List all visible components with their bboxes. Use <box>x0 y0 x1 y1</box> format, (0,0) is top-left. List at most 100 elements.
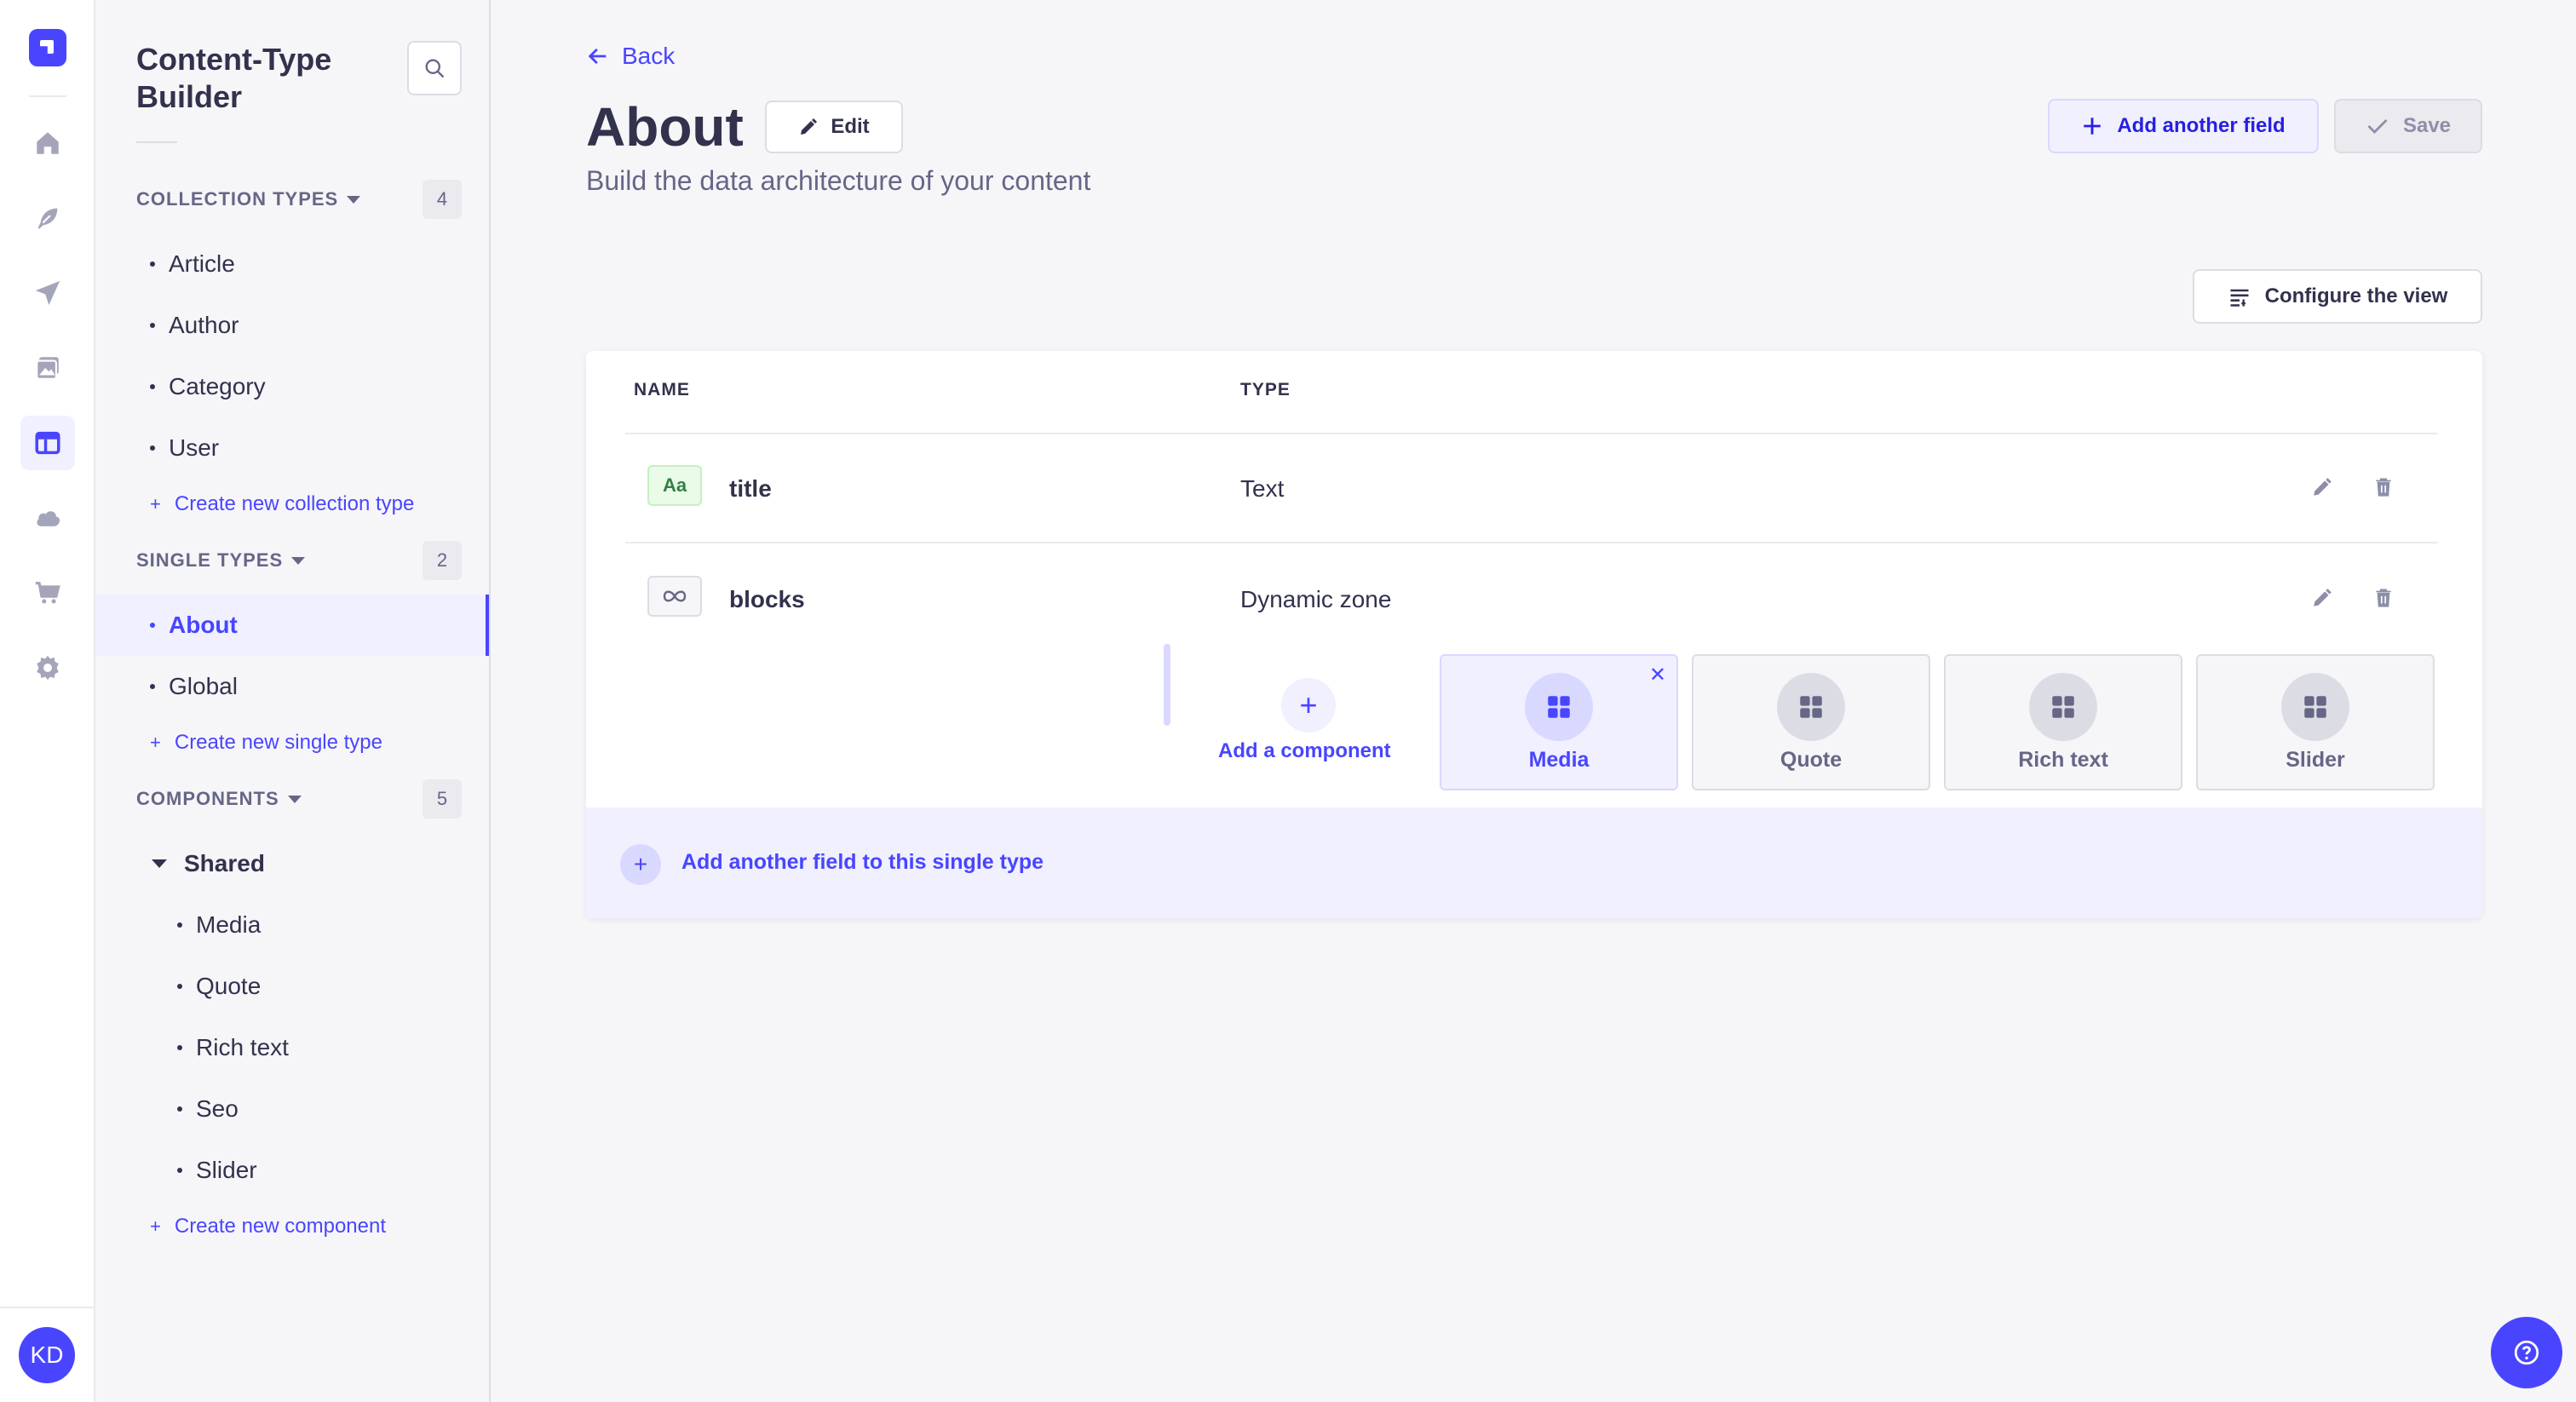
row-divider <box>625 433 2438 434</box>
delete-field-blocks-button[interactable] <box>2366 581 2401 615</box>
pencil-icon <box>2314 589 2332 606</box>
nav-item-media[interactable]: Media <box>95 894 489 956</box>
pencil-icon <box>2314 478 2332 496</box>
nav-item-article[interactable]: Article <box>95 233 489 295</box>
back-link[interactable]: Back <box>586 43 675 70</box>
plus-icon: + <box>620 844 661 885</box>
component-card-slider[interactable]: Slider <box>2196 654 2435 790</box>
delete-field-title-button[interactable] <box>2366 470 2401 504</box>
plus-icon: + <box>150 493 161 514</box>
row-divider <box>625 542 2438 543</box>
logo-icon[interactable] <box>29 29 66 66</box>
component-label: Rich text <box>2018 748 2108 772</box>
nav-item-about[interactable]: About <box>95 595 489 656</box>
subnav-title: Content-Type Builder <box>136 42 332 114</box>
search-button[interactable] <box>407 41 462 95</box>
field-type-blocks: Dynamic zone <box>1240 586 1392 612</box>
create-single-type-link[interactable]: + Create new single type <box>150 726 382 760</box>
component-label: Quote <box>1780 748 1843 772</box>
close-icon[interactable]: ✕ <box>1649 663 1666 687</box>
edit-field-title-button[interactable] <box>2305 470 2339 504</box>
nav-item-rich-text[interactable]: Rich text <box>95 1017 489 1078</box>
add-field-to-single-type-button[interactable]: + Add another field to this single type <box>586 807 2482 918</box>
plus-icon: + <box>1299 687 1318 722</box>
column-header-type: TYPE <box>1240 380 1291 399</box>
edit-button[interactable]: Edit <box>765 101 903 153</box>
infinity-icon <box>647 576 702 617</box>
collection-types-header[interactable]: COLLECTION TYPES 4 <box>136 179 462 220</box>
gear-icon[interactable] <box>20 641 75 695</box>
content-type-builder-nav: Content-Type Builder COLLECTION TYPES 4 … <box>95 0 491 1402</box>
component-card-media[interactable]: ✕ Media <box>1440 654 1678 790</box>
caret-down-icon <box>347 195 361 204</box>
paper-plane-icon[interactable] <box>20 266 75 320</box>
single-types-header[interactable]: SINGLE TYPES 2 <box>136 540 462 581</box>
arrow-left-icon <box>588 48 607 65</box>
pencil-icon <box>801 118 818 135</box>
add-field-footer-label: Add another field to this single type <box>681 850 1044 874</box>
component-card-quote[interactable]: Quote <box>1692 654 1930 790</box>
component-grid-icon <box>2281 673 2349 741</box>
component-grid-icon <box>2029 673 2097 741</box>
home-icon[interactable] <box>20 116 75 170</box>
column-header-name: NAME <box>634 380 690 399</box>
avatar[interactable]: KD <box>19 1327 75 1383</box>
help-button[interactable] <box>2491 1317 2562 1388</box>
text-field-icon: Aa <box>647 465 702 506</box>
component-grid-icon <box>1525 673 1593 741</box>
plus-icon: + <box>150 732 161 753</box>
question-icon <box>2514 1340 2539 1365</box>
nav-item-global[interactable]: Global <box>95 656 489 717</box>
collection-types-label: COLLECTION TYPES <box>136 188 339 210</box>
feather-icon[interactable] <box>20 191 75 245</box>
check-icon <box>2367 119 2388 134</box>
add-component-button[interactable]: + <box>1281 678 1336 733</box>
nav-item-quote[interactable]: Quote <box>95 956 489 1017</box>
caret-down-icon <box>287 795 302 803</box>
caret-down-icon <box>291 556 306 565</box>
save-button[interactable]: Save <box>2334 99 2482 153</box>
cart-icon[interactable] <box>20 566 75 620</box>
single-types-label: SINGLE TYPES <box>136 549 284 571</box>
plus-icon <box>2084 118 2102 135</box>
nav-item-slider[interactable]: Slider <box>95 1140 489 1201</box>
component-card-rich-text[interactable]: Rich text <box>1944 654 2182 790</box>
configure-view-button[interactable]: Configure the view <box>2193 269 2482 324</box>
list-settings-icon <box>2230 289 2249 307</box>
component-grid-icon <box>1777 673 1845 741</box>
trash-icon <box>2376 589 2391 607</box>
field-name-title: title <box>729 475 772 502</box>
component-label: Media <box>1528 748 1590 772</box>
dynamic-zone-indicator <box>1164 644 1170 726</box>
nav-item-category[interactable]: Category <box>95 356 489 417</box>
cloud-icon[interactable] <box>20 491 75 545</box>
layout-icon[interactable] <box>20 416 75 470</box>
field-type-title: Text <box>1240 475 1285 502</box>
add-another-field-button[interactable]: Add another field <box>2048 99 2319 153</box>
create-component-link[interactable]: + Create new component <box>150 1210 386 1244</box>
create-collection-type-link[interactable]: + Create new collection type <box>150 487 414 521</box>
edit-field-blocks-button[interactable] <box>2305 581 2339 615</box>
images-icon[interactable] <box>20 341 75 395</box>
component-label: Slider <box>2286 748 2345 772</box>
trash-icon <box>2376 478 2391 497</box>
components-count: 5 <box>423 779 462 819</box>
collection-types-count: 4 <box>423 180 462 219</box>
caret-down-icon <box>152 859 167 868</box>
page-title: About <box>586 96 744 158</box>
search-icon <box>425 59 445 78</box>
rail-bottom-divider <box>0 1307 95 1308</box>
single-types-count: 2 <box>423 541 462 580</box>
main-nav-rail: KD <box>0 0 95 1402</box>
nav-item-user[interactable]: User <box>95 417 489 479</box>
components-header[interactable]: COMPONENTS 5 <box>136 779 462 819</box>
nav-group-shared[interactable]: Shared <box>95 833 489 894</box>
page-subtitle: Build the data architecture of your cont… <box>586 165 1091 196</box>
main-content: Back About Edit Build the data architect… <box>492 0 2576 1402</box>
nav-item-seo[interactable]: Seo <box>95 1078 489 1140</box>
title-divider <box>136 141 177 143</box>
rail-divider <box>29 95 66 97</box>
components-label: COMPONENTS <box>136 788 279 809</box>
nav-item-author[interactable]: Author <box>95 295 489 356</box>
add-component-label[interactable]: Add a component <box>1218 739 1391 763</box>
